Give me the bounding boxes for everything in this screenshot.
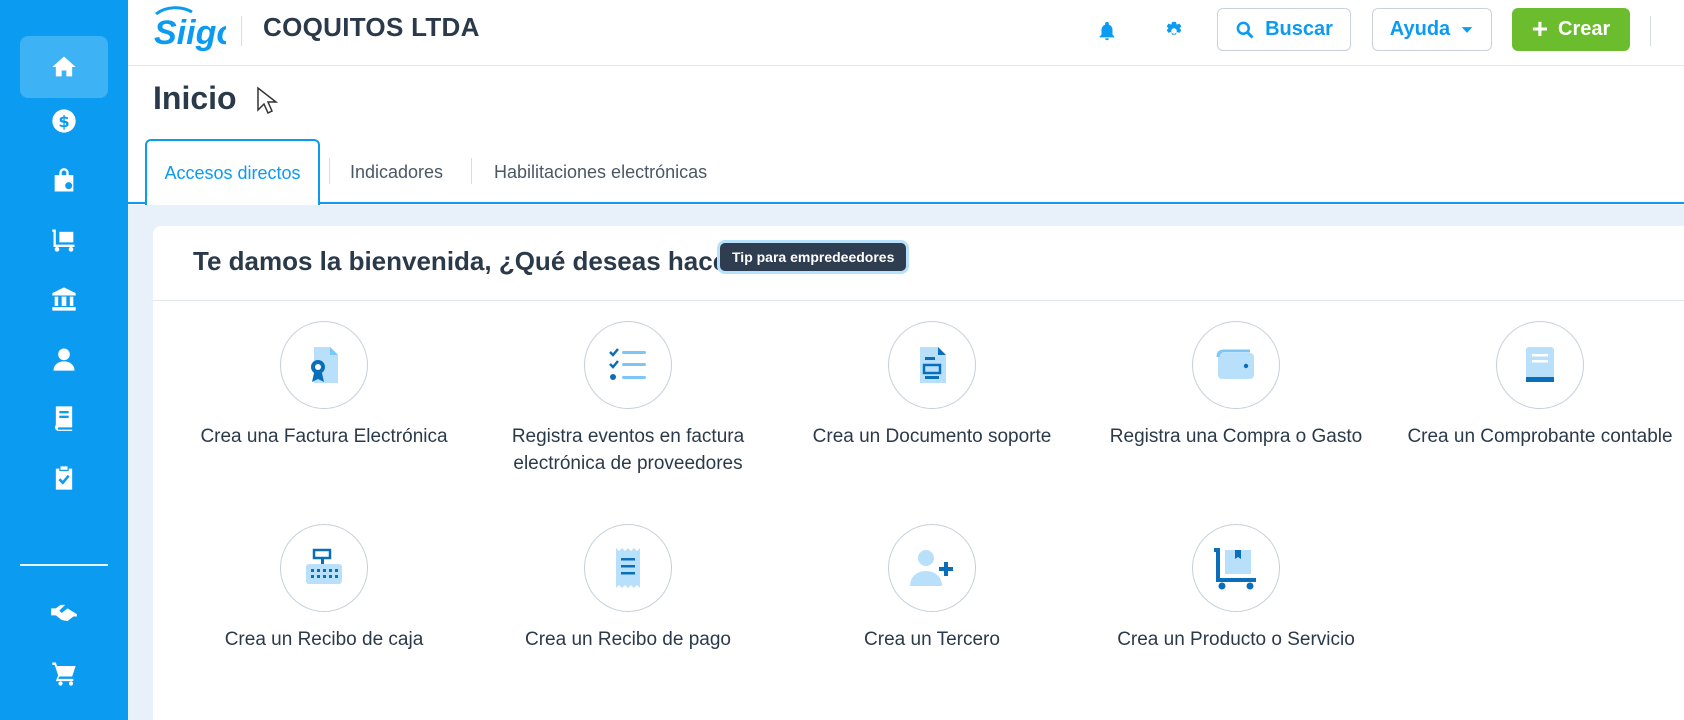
sidebar-item-accounting[interactable] (20, 387, 108, 449)
home-icon (52, 56, 76, 77)
search-button-label: Buscar (1265, 18, 1333, 40)
search-icon (1236, 21, 1254, 39)
invoice-award-icon (311, 347, 338, 383)
action-icon-circle (1192, 321, 1280, 409)
caret-down-icon (1461, 26, 1473, 33)
help-dropdown-label: Ayuda (1389, 18, 1451, 40)
top-header: Siigo COQUITOS LTDA Buscar Ayuda + Crear (128, 0, 1684, 66)
svg-text:$: $ (58, 112, 69, 131)
action-documento-soporte[interactable]: Crea un Documento soporte (787, 321, 1077, 450)
action-recibo-caja[interactable]: Crea un Recibo de caja (179, 524, 469, 653)
sidebar-item-sales[interactable]: $ (20, 90, 108, 152)
sidebar-item-banks[interactable] (20, 268, 108, 330)
product-cart-icon (1214, 548, 1256, 590)
sidebar-item-store[interactable] (20, 642, 108, 704)
entrepreneur-tip-tooltip[interactable]: Tip para empredeedores (720, 243, 907, 271)
clipboard-check-icon (55, 466, 73, 490)
cart-dolly-icon (52, 229, 75, 252)
main-content: Te damos la bienvenida, ¿Qué deseas hace… (128, 205, 1684, 720)
book-icon (54, 406, 73, 431)
tab-bar: Accesos directos Indicadores Habilitacio… (128, 138, 1684, 205)
tab-habilitaciones[interactable]: Habilitaciones electrónicas (494, 140, 707, 204)
handshake-icon (51, 604, 77, 622)
action-tercero[interactable]: Crea un Tercero (787, 524, 1077, 653)
sidebar-item-purchases[interactable] (20, 150, 108, 212)
sidebar-item-reports[interactable] (20, 447, 108, 509)
logo-separator (241, 16, 242, 46)
action-label: Registra una Compra o Gasto (1109, 426, 1363, 447)
create-button[interactable]: + Crear (1512, 8, 1630, 51)
action-icon-circle (584, 321, 672, 409)
sidebar-item-payroll[interactable] (20, 328, 108, 390)
siigo-logo[interactable]: Siigo (152, 6, 226, 54)
settings-button[interactable] (1159, 16, 1189, 46)
wallet-icon (1216, 349, 1254, 379)
sidebar: $ (0, 0, 128, 720)
bank-icon (52, 287, 76, 311)
document-icon (920, 347, 946, 383)
company-name: COQUITOS LTDA (263, 12, 480, 42)
tab-separator (329, 158, 330, 184)
user-icon (53, 348, 75, 371)
gear-icon (1166, 21, 1182, 35)
action-icon-circle (1192, 524, 1280, 612)
tab-separator (471, 158, 472, 184)
page-title: Inicio (153, 80, 237, 116)
create-button-label: Crear (1558, 18, 1611, 40)
action-recibo-pago[interactable]: Crea un Recibo de pago (483, 524, 773, 653)
card-divider (153, 300, 1684, 301)
notifications-button[interactable] (1092, 16, 1122, 46)
sidebar-divider (20, 564, 108, 566)
action-icon-circle (280, 524, 368, 612)
plus-icon: + (1531, 12, 1549, 44)
shopping-cart-icon (52, 662, 76, 686)
welcome-heading: Te damos la bienvenida, ¿Qué deseas hace… (193, 246, 738, 276)
receipt-icon (616, 548, 640, 588)
shopping-bag-icon (54, 168, 74, 192)
action-icon-circle (584, 524, 672, 612)
header-separator (1650, 16, 1651, 46)
action-label: Crea un Comprobante contable (1407, 426, 1673, 447)
sidebar-item-inventory[interactable] (20, 209, 108, 271)
action-compra-gasto[interactable]: Registra una Compra o Gasto (1091, 321, 1381, 450)
action-label: Crea un Recibo de pago (525, 629, 731, 650)
action-label: Crea un Producto o Servicio (1117, 629, 1355, 650)
checklist-icon (609, 348, 646, 380)
action-icon-circle (888, 524, 976, 612)
action-label: Registra eventos en factura electrónica … (511, 426, 745, 474)
action-factura-electronica[interactable]: Crea una Factura Electrónica (179, 321, 469, 450)
action-producto-servicio[interactable]: Crea un Producto o Servicio (1091, 524, 1381, 653)
action-label: Crea un Tercero (864, 629, 1000, 650)
action-comprobante-contable[interactable]: Crea un Comprobante contable (1395, 321, 1684, 450)
bell-icon (1099, 21, 1115, 41)
quick-access-card: Te damos la bienvenida, ¿Qué deseas hace… (153, 226, 1684, 720)
action-registra-eventos[interactable]: Registra eventos en factura electrónica … (483, 321, 773, 477)
sidebar-item-partners[interactable] (20, 582, 108, 644)
action-label: Crea una Factura Electrónica (200, 426, 448, 447)
action-icon-circle (280, 321, 368, 409)
cash-register-icon (306, 548, 342, 584)
mouse-cursor-icon (257, 86, 278, 115)
search-button[interactable]: Buscar (1217, 8, 1351, 51)
tab-accesos-directos[interactable]: Accesos directos (145, 139, 320, 205)
add-user-icon (910, 550, 953, 586)
sidebar-item-home[interactable] (20, 36, 108, 98)
svg-text:Siigo: Siigo (154, 14, 226, 52)
tab-indicadores[interactable]: Indicadores (350, 140, 443, 204)
action-icon-circle (1496, 321, 1584, 409)
ledger-book-icon (1526, 347, 1554, 382)
dollar-icon: $ (52, 109, 76, 133)
action-icon-circle (888, 321, 976, 409)
action-label: Crea un Documento soporte (812, 426, 1052, 447)
action-label: Crea un Recibo de caja (224, 629, 424, 650)
help-dropdown[interactable]: Ayuda (1372, 8, 1492, 51)
